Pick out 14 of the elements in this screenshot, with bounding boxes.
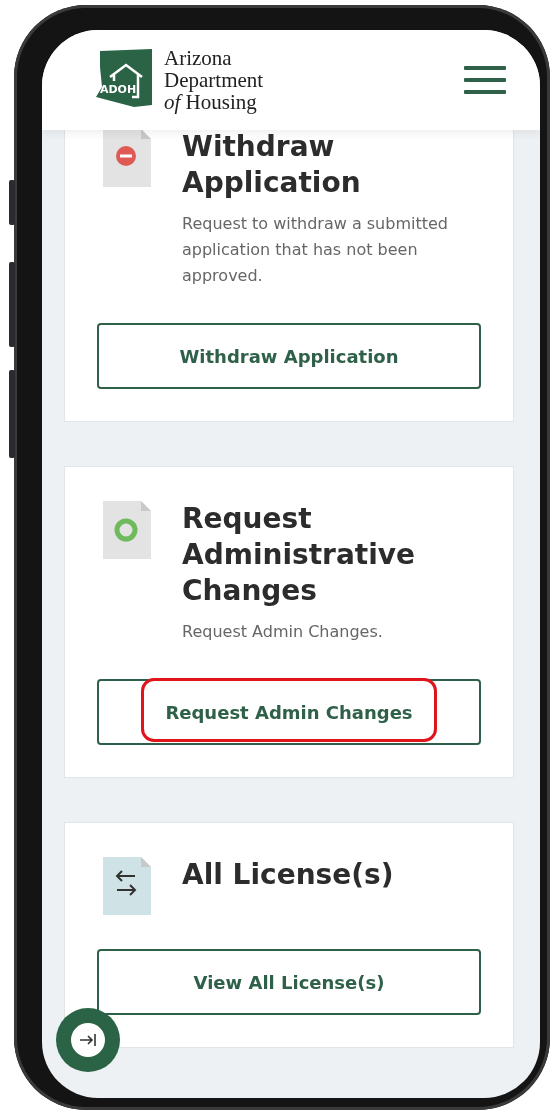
menu-icon[interactable] <box>464 66 506 94</box>
card-description: Request to withdraw a submitted application that has not been approved. <box>182 213 449 287</box>
logo-abbreviation: ADOH <box>99 83 137 96</box>
action-button[interactable]: Withdraw Application <box>97 323 481 389</box>
card-description: Request Admin Changes. <box>182 621 384 643</box>
card-title: All License(s) <box>182 857 394 893</box>
card-title: Request Administrative Changes <box>182 501 416 609</box>
arrow-to-bar-icon <box>71 1023 105 1057</box>
document-swap-icon <box>103 857 151 915</box>
card-title: Withdraw Application <box>182 130 362 201</box>
state-map-icon <box>96 49 152 107</box>
logo-text: Arizona Department of Housing <box>164 47 264 113</box>
action-button[interactable]: Request Admin Changes <box>97 679 481 745</box>
action-button[interactable]: View All License(s) <box>97 949 481 1015</box>
